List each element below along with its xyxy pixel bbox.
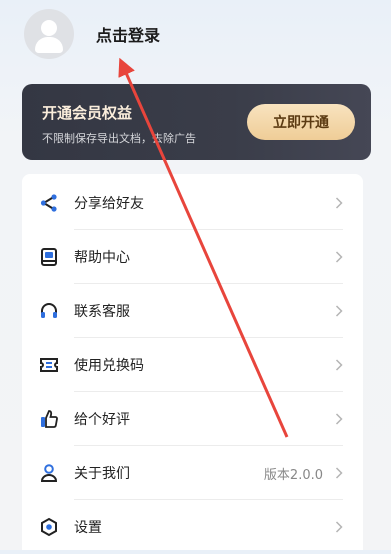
chevron-right-icon — [333, 359, 345, 371]
ticket-icon — [38, 354, 60, 376]
avatar-body — [35, 37, 63, 53]
settings-menu: 分享给好友 帮助中心 联系客服 使用兑换码 给个好评 关于我们 版本2.0.0 … — [22, 174, 363, 550]
menu-item-about[interactable]: 关于我们 版本2.0.0 — [22, 446, 363, 500]
menu-item-label: 设置 — [74, 520, 102, 536]
chevron-right-icon — [333, 251, 345, 263]
gear-icon — [38, 516, 60, 538]
menu-item-label: 给个好评 — [74, 412, 130, 428]
vip-subtitle: 不限制保存导出文档，去除广告 — [42, 132, 196, 145]
menu-item-label: 关于我们 — [74, 466, 130, 482]
chevron-right-icon — [333, 413, 345, 425]
person-icon — [38, 462, 60, 484]
login-link[interactable]: 点击登录 — [96, 22, 160, 46]
avatar[interactable] — [24, 9, 74, 59]
chevron-right-icon — [333, 197, 345, 209]
avatar-head — [41, 20, 57, 36]
menu-item-label: 帮助中心 — [74, 250, 130, 266]
headset-icon — [38, 300, 60, 322]
chevron-right-icon — [333, 467, 345, 479]
menu-item-share[interactable]: 分享给好友 — [22, 176, 363, 230]
menu-item-label: 使用兑换码 — [74, 358, 144, 374]
share-icon — [38, 192, 60, 214]
vip-title: 开通会员权益 — [42, 104, 133, 122]
chevron-right-icon — [333, 305, 345, 317]
menu-item-rate[interactable]: 给个好评 — [22, 392, 363, 446]
menu-item-redeem[interactable]: 使用兑换码 — [22, 338, 363, 392]
vip-open-button[interactable]: 立即开通 — [247, 104, 355, 140]
book-icon — [38, 246, 60, 268]
profile-header[interactable]: 点击登录 — [24, 6, 364, 62]
chevron-right-icon — [333, 521, 345, 533]
version-text: 版本2.0.0 — [263, 467, 323, 483]
menu-item-support[interactable]: 联系客服 — [22, 284, 363, 338]
thumbs-up-icon — [38, 408, 60, 430]
vip-banner[interactable]: 开通会员权益 不限制保存导出文档，去除广告 立即开通 — [22, 84, 371, 160]
menu-item-label: 分享给好友 — [74, 196, 144, 212]
menu-item-label: 联系客服 — [74, 304, 130, 320]
menu-item-help[interactable]: 帮助中心 — [22, 230, 363, 284]
menu-item-settings[interactable]: 设置 — [22, 500, 363, 554]
